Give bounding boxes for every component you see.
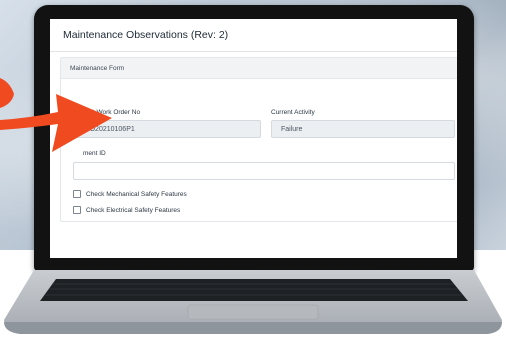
- activity-value: Failure: [281, 125, 303, 133]
- check-mechanical-label: Check Mechanical Safety Features: [86, 190, 187, 198]
- check-mechanical-row[interactable]: Check Mechanical Safety Features: [73, 190, 187, 198]
- trackpad[interactable]: [187, 304, 319, 320]
- check-electrical-checkbox[interactable]: [73, 206, 81, 214]
- activity-label: Current Activity: [271, 109, 315, 116]
- activity-field[interactable]: Failure: [271, 120, 455, 138]
- form-header: Maintenance Form: [61, 58, 457, 79]
- laptop-base: [4, 270, 502, 334]
- keyboard: [40, 279, 468, 301]
- equipment-id-input[interactable]: [73, 162, 455, 180]
- check-electrical-row[interactable]: Check Electrical Safety Features: [73, 206, 180, 214]
- laptop-front-edge: [4, 322, 502, 334]
- check-electrical-label: Check Electrical Safety Features: [86, 206, 181, 214]
- orange-arrow-icon: [0, 78, 112, 152]
- check-mechanical-checkbox[interactable]: [73, 190, 81, 198]
